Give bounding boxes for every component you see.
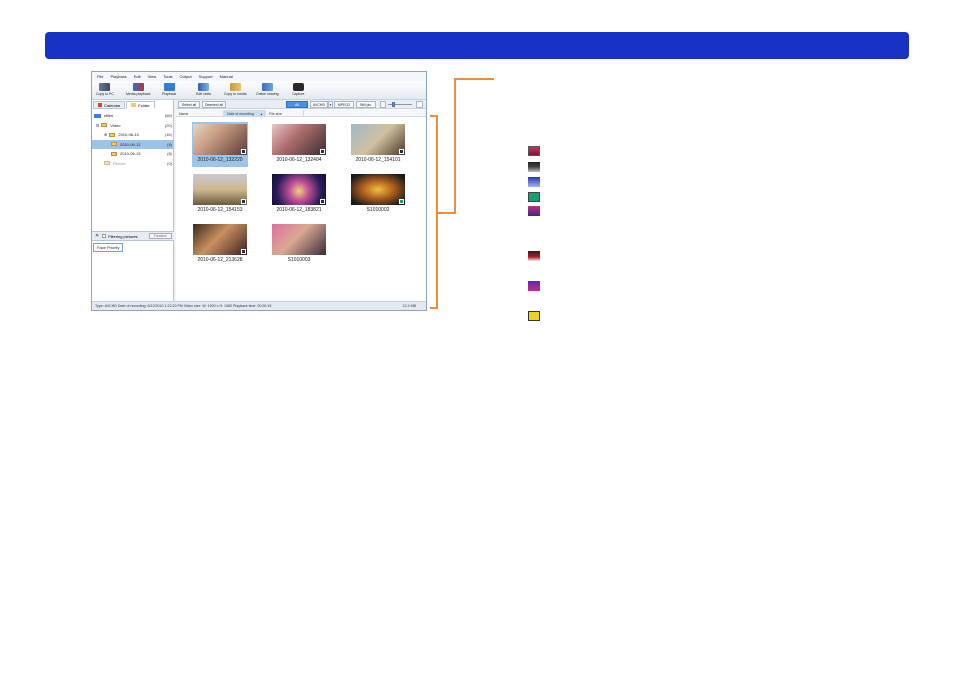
avchd-3d-icon [528,251,540,261]
top-callout-bracket [437,78,494,214]
still-picture-icon [528,192,540,202]
mp4-icon [528,281,540,291]
avchd-icon [528,162,540,172]
right-callout-bracket [430,115,438,309]
sd-video-icon [528,206,540,216]
mpeg2-icon [528,177,540,187]
highlight-icon [528,311,540,321]
callout-brackets [430,78,494,309]
media-type-icon [528,146,540,156]
